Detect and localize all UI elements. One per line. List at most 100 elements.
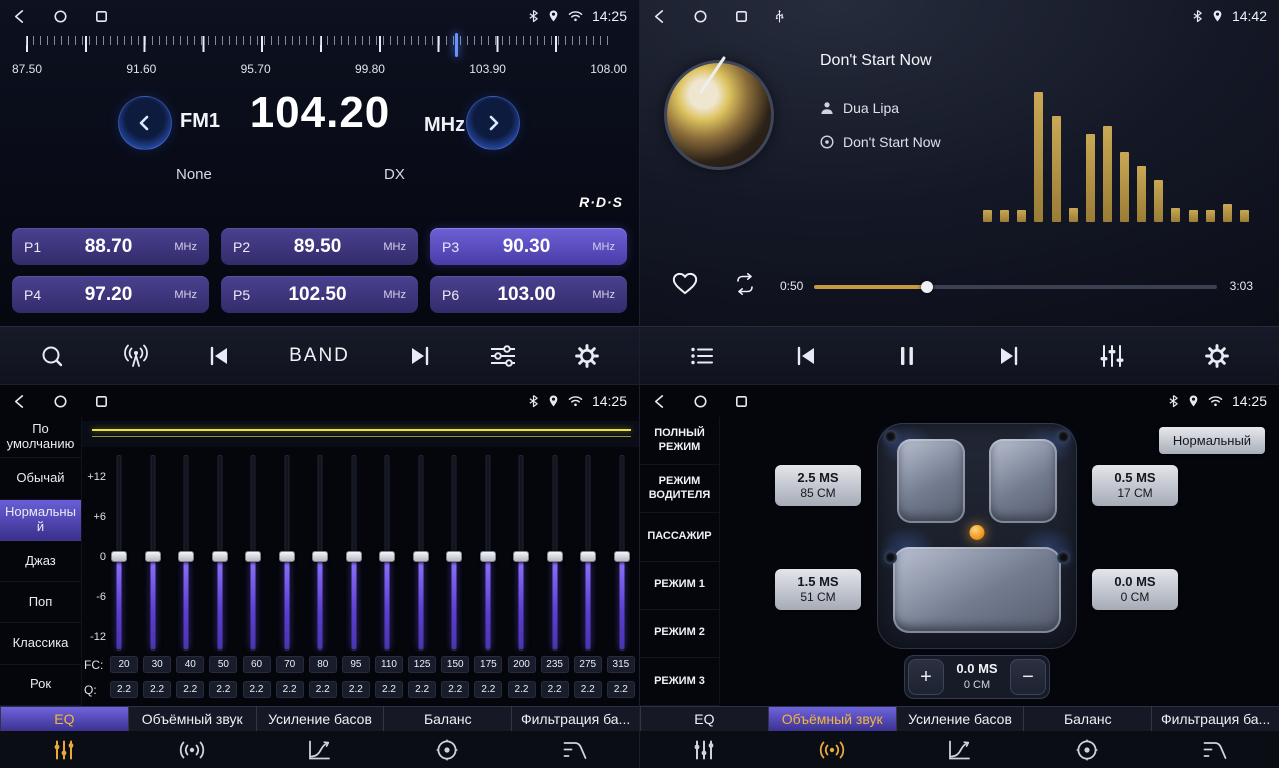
prev-icon[interactable] [795,346,817,366]
bass-tab-icon[interactable] [896,732,1024,768]
surround-tab-icon[interactable] [128,732,256,768]
eq-preset-item[interactable]: По умолчанию [0,417,81,458]
preset-button[interactable]: P1 88.70 MHz [12,228,209,265]
tab-label[interactable]: Усиление басов [256,707,384,731]
band-button[interactable]: BAND [289,345,350,367]
rear-left-delay-button[interactable]: 1.5 MS 51 CM [775,569,861,610]
surround-tab-icon[interactable] [768,732,896,768]
listening-position-dot[interactable] [970,525,985,540]
slider-handle[interactable] [312,551,328,562]
fc-value[interactable]: 95 [342,656,370,673]
next-icon[interactable] [998,346,1020,366]
eq-band-slider[interactable] [211,455,229,651]
slider-handle[interactable] [178,551,194,562]
eq-band-slider[interactable] [412,455,430,651]
slider-handle[interactable] [480,551,496,562]
home-icon[interactable] [53,9,68,24]
recents-icon[interactable] [94,9,109,24]
frequency-ruler[interactable] [26,36,613,58]
slider-handle[interactable] [446,551,462,562]
surround-mode-item[interactable]: РЕЖИМ ВОДИТЕЛЯ [640,465,719,513]
balance-tab-icon[interactable] [383,732,511,768]
back-icon[interactable] [12,9,27,24]
slider-handle[interactable] [580,551,596,562]
q-value[interactable]: 2.2 [176,681,204,698]
slider-handle[interactable] [145,551,161,562]
eq-band-slider[interactable] [345,455,363,651]
eq-band-slider[interactable] [278,455,296,651]
q-value[interactable]: 2.2 [143,681,171,698]
recents-icon[interactable] [734,9,749,24]
fc-value[interactable]: 40 [176,656,204,673]
filter-tab-icon[interactable] [1151,732,1279,768]
tune-up-button[interactable] [466,96,520,150]
home-icon[interactable] [693,9,708,24]
broadcast-icon[interactable] [123,344,149,368]
eq-preset-item[interactable]: Обычай [0,458,81,499]
q-value[interactable]: 2.2 [209,681,237,698]
bass-tab-icon[interactable] [256,732,384,768]
fc-value[interactable]: 150 [441,656,469,673]
eq-band-slider[interactable] [177,455,195,651]
surround-mode-item[interactable]: РЕЖИМ 3 [640,658,719,706]
slider-handle[interactable] [379,551,395,562]
tab-label[interactable]: Фильтрация ба... [1151,707,1279,731]
q-value[interactable]: 2.2 [607,681,635,698]
surround-preset-button[interactable]: Нормальный [1159,427,1265,454]
home-icon[interactable] [693,394,708,409]
surround-mode-item[interactable]: РЕЖИМ 1 [640,562,719,610]
fc-value[interactable]: 200 [508,656,536,673]
eq-band-slider[interactable] [244,455,262,651]
preset-button[interactable]: P2 89.50 MHz [221,228,418,265]
preset-button[interactable]: P3 90.30 MHz [430,228,627,265]
progress-knob[interactable] [921,281,933,293]
surround-mode-item[interactable]: ПОЛНЫЙ РЕЖИМ [640,417,719,465]
increase-delay-button[interactable]: + [908,659,944,695]
slider-handle[interactable] [413,551,429,562]
fc-value[interactable]: 50 [209,656,237,673]
scan-icon[interactable] [40,344,64,368]
q-value[interactable]: 2.2 [110,681,138,698]
eq-band-slider[interactable] [378,455,396,651]
q-value[interactable]: 2.2 [243,681,271,698]
preset-button[interactable]: P6 103.00 MHz [430,276,627,313]
eq-settings-icon[interactable] [490,345,516,367]
rear-right-delay-button[interactable]: 0.0 MS 0 CM [1092,569,1178,610]
eq-band-slider[interactable] [546,455,564,651]
fc-value[interactable]: 30 [143,656,171,673]
slider-handle[interactable] [513,551,529,562]
q-value[interactable]: 2.2 [375,681,403,698]
slider-handle[interactable] [346,551,362,562]
tune-down-button[interactable] [118,96,172,150]
fc-value[interactable]: 235 [541,656,569,673]
eq-band-slider[interactable] [110,455,128,651]
progress-slider[interactable] [814,281,1217,293]
pause-icon[interactable] [897,345,917,367]
eq-preset-item[interactable]: Джаз [0,541,81,582]
prev-icon[interactable] [208,346,230,366]
next-icon[interactable] [409,346,431,366]
fc-value[interactable]: 80 [309,656,337,673]
slider-handle[interactable] [547,551,563,562]
tab-label[interactable]: Фильтрация ба... [511,707,639,731]
eq-preset-item[interactable]: Рок [0,665,81,706]
q-value[interactable]: 2.2 [508,681,536,698]
tab-label[interactable]: EQ [0,707,128,731]
slider-handle[interactable] [111,551,127,562]
front-right-delay-button[interactable]: 0.5 MS 17 CM [1092,465,1178,506]
slider-handle[interactable] [279,551,295,562]
eq-band-slider[interactable] [144,455,162,651]
surround-mode-item[interactable]: РЕЖИМ 2 [640,610,719,658]
slider-handle[interactable] [212,551,228,562]
fc-value[interactable]: 70 [276,656,304,673]
preset-button[interactable]: P4 97.20 MHz [12,276,209,313]
back-icon[interactable] [652,394,667,409]
fc-value[interactable]: 275 [574,656,602,673]
settings-gear-icon[interactable] [1205,344,1229,368]
fc-value[interactable]: 20 [110,656,138,673]
filter-tab-icon[interactable] [511,732,639,768]
decrease-delay-button[interactable]: − [1010,659,1046,695]
favorite-icon[interactable] [672,272,698,300]
tab-label[interactable]: Баланс [383,707,511,731]
q-value[interactable]: 2.2 [441,681,469,698]
